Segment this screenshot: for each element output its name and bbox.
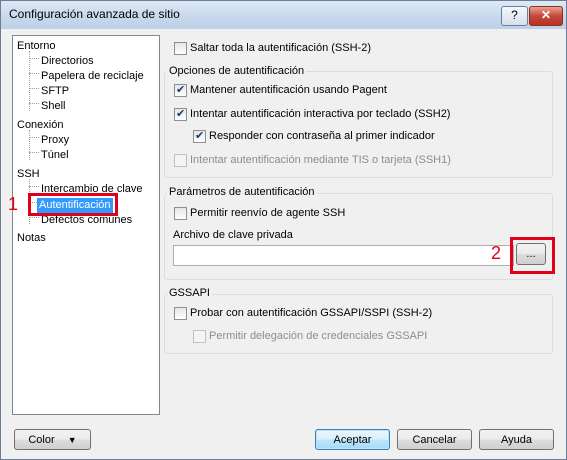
tree-item-directorios[interactable]: Directorios xyxy=(41,54,94,69)
annotation-number-2: 2 xyxy=(491,243,502,263)
tis-label: Intentar autentificación mediante TIS o … xyxy=(190,154,451,166)
close-button[interactable]: ✕ xyxy=(529,6,563,26)
keyboard-interactive-checkbox[interactable] xyxy=(174,107,187,121)
window-title: Configuración avanzada de sitio xyxy=(9,7,180,21)
tree-item-entorno[interactable]: Entorno xyxy=(17,39,56,54)
gssapi-title: GSSAPI xyxy=(167,287,212,299)
keyboard-interactive-label: Intentar autentificación interactiva por… xyxy=(190,108,451,120)
tree-connector xyxy=(29,73,39,74)
tree-connector xyxy=(29,217,39,218)
tree-connector xyxy=(29,103,39,104)
private-key-input[interactable] xyxy=(173,245,514,266)
gssapi-group xyxy=(164,294,553,354)
auth-options-title: Opciones de autentificación xyxy=(167,65,307,77)
accept-button[interactable]: Aceptar xyxy=(315,429,390,450)
tree-item-tunel[interactable]: Túnel xyxy=(41,148,69,163)
color-button-label: Color xyxy=(28,434,55,446)
gssapi-try-label: Probar con autentificación GSSAPI/SSPI (… xyxy=(190,307,433,319)
annotation-number-1: 1 xyxy=(8,194,19,214)
tree-connector xyxy=(29,130,30,160)
tree-item-notas[interactable]: Notas xyxy=(17,231,46,246)
agent-forwarding-checkbox[interactable] xyxy=(174,207,187,220)
help-title-button[interactable]: ? xyxy=(501,6,528,26)
skip-auth-checkbox[interactable] xyxy=(174,42,187,55)
annotation-box-2 xyxy=(510,237,555,274)
tree-item-papelera[interactable]: Papelera de reciclaje xyxy=(41,69,144,84)
skip-auth-label: Saltar toda la autentificación (SSH-2) xyxy=(190,42,371,54)
cancel-button[interactable]: Cancelar xyxy=(397,429,472,450)
gssapi-try-checkbox[interactable] xyxy=(174,307,187,320)
agent-forwarding-label: Permitir reenvío de agente SSH xyxy=(190,207,346,219)
annotation-box-1 xyxy=(28,193,118,216)
tree-connector xyxy=(29,51,30,111)
gssapi-delegation-label: Permitir delegación de credenciales GSSA… xyxy=(209,330,428,342)
chevron-down-icon: ▼ xyxy=(67,435,77,445)
tree-connector xyxy=(29,88,39,89)
tree-item-conexion[interactable]: Conexión xyxy=(17,118,63,133)
title-bar[interactable]: Configuración avanzada de sitio ? ✕ xyxy=(1,1,566,29)
tree-item-sftp[interactable]: SFTP xyxy=(41,84,69,99)
color-dropdown-button[interactable]: Color ▼ xyxy=(14,429,91,450)
dialog-client: Entorno Directorios Papelera de reciclaj… xyxy=(6,30,561,454)
respond-password-label: Responder con contraseña al primer indic… xyxy=(209,130,435,142)
tree-item-shell[interactable]: Shell xyxy=(41,99,65,114)
tree-connector xyxy=(29,186,39,187)
tree-item-proxy[interactable]: Proxy xyxy=(41,133,69,148)
dialog-window: Configuración avanzada de sitio ? ✕ Ento… xyxy=(0,0,567,460)
pagent-checkbox[interactable] xyxy=(174,83,187,97)
tree-connector xyxy=(29,137,39,138)
pagent-label: Mantener autentificación usando Pagent xyxy=(190,84,387,96)
private-key-label: Archivo de clave privada xyxy=(173,229,293,241)
tree-connector xyxy=(29,58,39,59)
help-button[interactable]: Ayuda xyxy=(479,429,554,450)
tree-connector xyxy=(29,152,39,153)
respond-password-checkbox[interactable] xyxy=(193,129,206,143)
tis-checkbox[interactable] xyxy=(174,154,187,167)
gssapi-delegation-checkbox[interactable] xyxy=(193,330,206,343)
settings-tree[interactable]: Entorno Directorios Papelera de reciclaj… xyxy=(12,35,160,415)
auth-params-title: Parámetros de autentificación xyxy=(167,186,317,198)
tree-item-ssh[interactable]: SSH xyxy=(17,167,40,182)
